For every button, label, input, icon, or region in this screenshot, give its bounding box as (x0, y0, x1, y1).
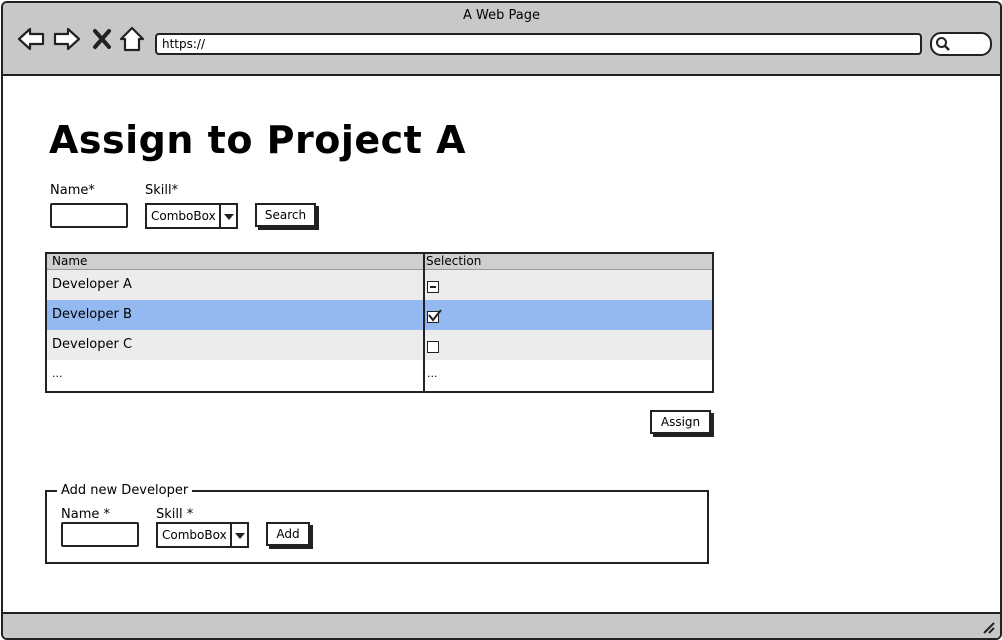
unchecked-checkbox[interactable] (427, 341, 439, 353)
name-label: Name* (50, 183, 95, 198)
add-button[interactable]: Add (266, 522, 310, 546)
stop-icon[interactable] (89, 25, 117, 53)
row-name: ... (52, 367, 63, 380)
row-name: Developer C (52, 337, 133, 352)
new-skill-label: Skill * (156, 507, 194, 522)
developer-table: Name Selection Developer A Developer B D… (45, 252, 714, 393)
table-row[interactable]: ... ... (47, 360, 712, 390)
group-legend: Add new Developer (57, 483, 193, 498)
new-skill-combobox-value: ComboBox (158, 524, 232, 546)
new-name-input[interactable] (61, 522, 139, 547)
forward-icon[interactable] (53, 25, 81, 53)
row-name: Developer A (52, 277, 132, 292)
table-row[interactable]: Developer A (47, 270, 712, 300)
assign-button[interactable]: Assign (650, 410, 711, 434)
resize-grip-icon[interactable] (980, 619, 996, 635)
table-header: Name Selection (47, 254, 712, 270)
checked-checkbox[interactable] (427, 309, 442, 323)
skill-label: Skill* (145, 183, 179, 198)
page-title: Assign to Project A (49, 118, 466, 162)
browser-search-box[interactable] (930, 32, 992, 56)
name-input[interactable] (50, 203, 128, 228)
table-row-selected[interactable]: Developer B (47, 300, 712, 330)
window-title: A Web Page (463, 8, 540, 23)
new-name-label: Name * (61, 507, 110, 522)
home-icon[interactable] (118, 25, 146, 53)
column-header-name[interactable]: Name (52, 254, 87, 268)
chevron-down-icon[interactable] (221, 205, 236, 227)
checkmark-icon (428, 309, 442, 322)
row-name: Developer B (52, 307, 132, 322)
table-row[interactable]: Developer C (47, 330, 712, 360)
search-icon (936, 37, 950, 51)
browser-toolbar: A Web Page https:// (3, 3, 1000, 76)
column-header-selection[interactable]: Selection (426, 254, 481, 268)
indeterminate-checkbox[interactable] (427, 281, 439, 293)
search-button[interactable]: Search (255, 203, 316, 227)
new-skill-combobox[interactable]: ComboBox (156, 522, 249, 548)
back-icon[interactable] (17, 25, 45, 53)
skill-combobox[interactable]: ComboBox (145, 203, 238, 229)
add-developer-group: Add new Developer (45, 483, 709, 564)
chevron-down-icon[interactable] (232, 524, 247, 546)
row-selection: ... (427, 367, 438, 380)
column-divider (423, 254, 425, 391)
status-bar (3, 612, 1000, 638)
address-bar[interactable]: https:// (155, 33, 922, 55)
skill-combobox-value: ComboBox (147, 205, 221, 227)
